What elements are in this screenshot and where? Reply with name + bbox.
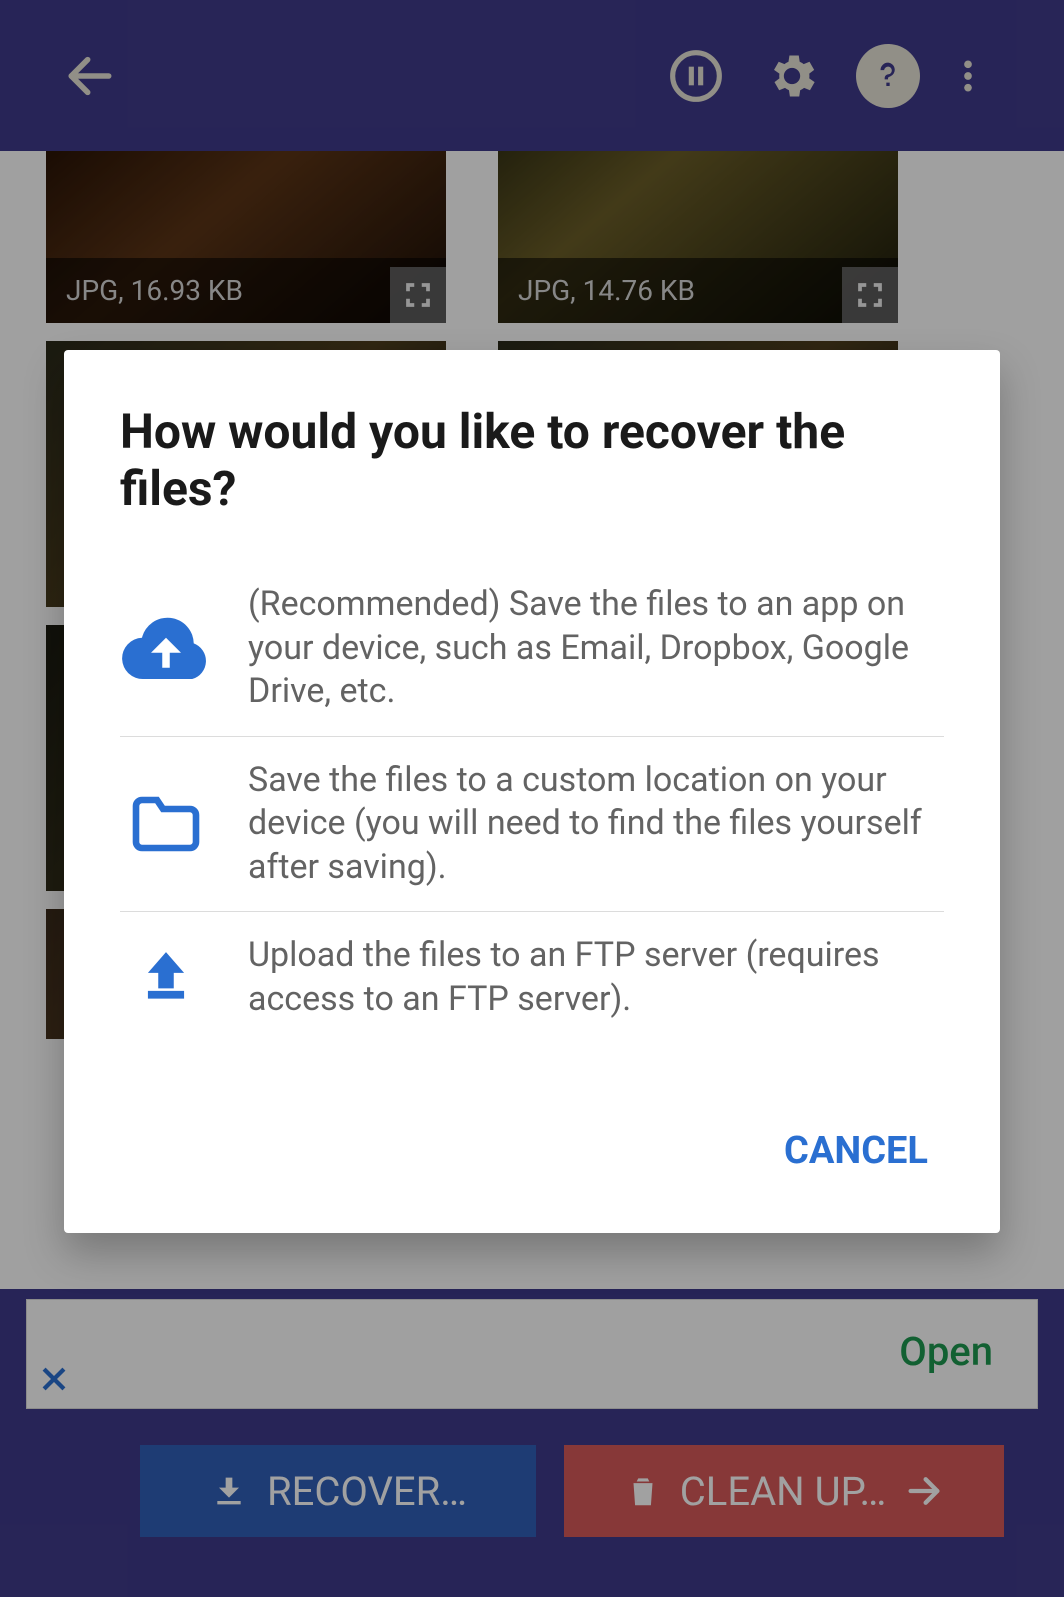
recover-option-cloud[interactable]: (Recommended) Save the files to an app o…	[120, 563, 944, 734]
folder-icon	[128, 794, 204, 854]
upload-icon	[135, 943, 197, 1013]
option-text: Save the files to a custom location on y…	[248, 759, 944, 890]
divider	[120, 736, 944, 737]
option-text: Upload the files to an FTP server (requi…	[248, 934, 944, 1021]
dialog-title: How would you like to recover the files?	[120, 404, 944, 517]
recover-dialog: How would you like to recover the files?…	[64, 350, 1000, 1233]
option-text: (Recommended) Save the files to an app o…	[248, 583, 944, 714]
divider	[120, 911, 944, 912]
recover-option-ftp[interactable]: Upload the files to an FTP server (requi…	[120, 914, 944, 1041]
cancel-button[interactable]: CANCEL	[768, 1109, 944, 1193]
recover-option-folder[interactable]: Save the files to a custom location on y…	[120, 739, 944, 910]
cloud-upload-icon	[121, 617, 211, 681]
